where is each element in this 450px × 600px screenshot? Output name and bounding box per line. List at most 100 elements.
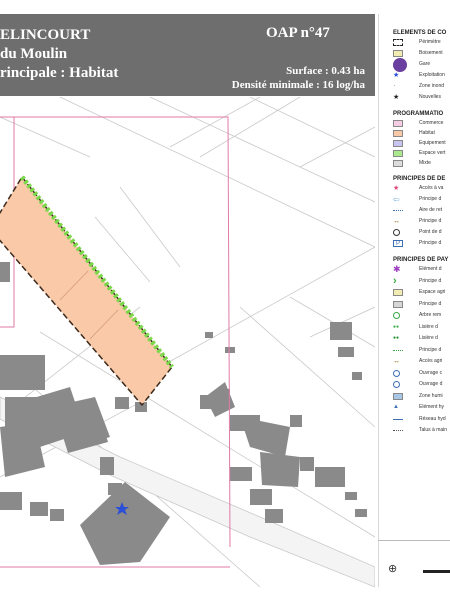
legend-item-label: Espace agri xyxy=(419,289,446,295)
dotted-line-icon xyxy=(393,349,403,357)
legend-item-label: Principe d xyxy=(419,240,442,246)
legend-item-label: Equipement xyxy=(419,140,446,146)
desserte-legend-item: ★ Accès à va xyxy=(393,185,450,193)
circle-icon xyxy=(393,229,400,236)
dashed-rect-icon xyxy=(393,39,403,46)
tree-pair-icon: ●● xyxy=(393,335,400,341)
legend-item-label: Ouvrage c xyxy=(419,369,443,376)
dot-icon: · xyxy=(393,81,396,90)
vocation-label: rincipale : Habitat xyxy=(0,65,119,81)
legend-item-label: Réseau hyd xyxy=(419,415,446,422)
legend-item-label: Accès agri xyxy=(419,358,443,364)
legend-item-label: Habitat xyxy=(419,130,435,136)
map-canvas[interactable] xyxy=(0,97,375,587)
north-arrow-icon: ⊕ xyxy=(388,563,398,575)
paysage-legend-item: Ouvrage d xyxy=(393,381,450,389)
legend-item-label: Accès à va xyxy=(419,185,444,191)
legend-item-label: Ouvrage d xyxy=(419,381,443,387)
surface-label: Surface : 0.43 ha xyxy=(286,65,365,77)
legend-item-label: Zone inond xyxy=(419,83,445,89)
legend-item-label: Principe d xyxy=(419,218,442,224)
desserte-legend-item: Point de d xyxy=(393,229,450,237)
commune-name: ELINCOURT xyxy=(0,27,91,43)
paysage-legend-item: › Principe d xyxy=(393,274,450,287)
fill-swatch-icon xyxy=(393,150,403,157)
fill-swatch-icon xyxy=(393,392,403,400)
scale-bar-icon xyxy=(423,570,450,573)
site-name: du Moulin xyxy=(0,46,68,62)
paysage-legend-item: Zone humi xyxy=(393,392,450,401)
chevron-right-icon: › xyxy=(393,274,397,287)
paysage-legend-item: Principe d xyxy=(393,347,450,355)
train-icon xyxy=(393,58,407,72)
parking-icon: P xyxy=(393,240,403,247)
triangle-icon: ▲ xyxy=(393,404,399,410)
element-legend-item: Gare xyxy=(393,58,450,72)
site-stats: Surface : 0.43 ha Densité minimale : 16 … xyxy=(232,64,365,92)
circle-icon xyxy=(393,369,400,377)
legend-item-label: Talus à main xyxy=(419,427,448,433)
fill-swatch-icon xyxy=(393,130,403,137)
legend-item-label: Lisière d xyxy=(419,323,438,330)
line-icon xyxy=(393,418,403,426)
fill-swatch-icon xyxy=(393,50,403,57)
legend-item-label: Principe d xyxy=(419,196,442,202)
map-legend: ELEMENTS DE CO Périmètre Boisement Gare ★ Exp… xyxy=(378,14,450,587)
fill-swatch-icon xyxy=(393,289,403,296)
double-arrow-icon: ↔ xyxy=(393,218,400,225)
paysage-legend-item: ↔ Accès agri xyxy=(393,358,450,366)
legend-item-label: Arbre rem xyxy=(419,312,442,318)
dotted-line-icon xyxy=(393,210,403,217)
legend-item-label: Elément hy xyxy=(419,404,445,410)
paysage-legend-item: Principe d xyxy=(393,300,450,309)
legend-item-label: Exploitation xyxy=(419,72,445,78)
oap-header: ELINCOURT du Moulin rincipale : Habitat … xyxy=(0,14,375,96)
oap-map[interactable] xyxy=(0,97,375,587)
desserte-legend-item: Aire de ret xyxy=(393,207,450,215)
arrow-left-icon: ⇦ xyxy=(393,195,400,204)
legend-item-label: Principe d xyxy=(419,300,442,307)
tree-row-icon: ●● xyxy=(393,323,400,330)
legend-item-label: Nouvelles xyxy=(419,94,441,100)
programmation-legend-item: Equipement xyxy=(393,140,450,148)
density-label: Densité minimale : 16 log/ha xyxy=(231,79,365,91)
programmation-legend-item: Habitat xyxy=(393,130,450,138)
legend-heading-desserte: PRINCIPES DE DE xyxy=(393,176,446,182)
star-icon: ★ xyxy=(393,185,400,192)
dotted-line-icon xyxy=(393,430,403,437)
legend-item-label: Principe d xyxy=(419,346,442,353)
legend-item-label: Gare xyxy=(419,61,431,67)
legend-heading-paysage: PRINCIPES DE PAY xyxy=(393,257,449,263)
legend-item-label: Elément d xyxy=(419,266,442,272)
oap-number: OAP n°47 xyxy=(266,25,330,41)
site-title: ELINCOURT du Moulin rincipale : Habitat xyxy=(0,26,118,83)
paysage-legend-item: Réseau hyd xyxy=(393,416,450,424)
fill-swatch-icon xyxy=(393,160,403,167)
star-icon: ★ xyxy=(393,72,400,79)
flower-icon: ✱ xyxy=(393,264,401,274)
fill-swatch-icon xyxy=(393,140,403,147)
desserte-legend-item: ↔ Principe d xyxy=(393,218,450,226)
legend-item-label: Principe d xyxy=(419,277,442,284)
paysage-legend-item: Espace agri xyxy=(393,289,450,297)
legend-item-label: Point de d xyxy=(419,229,442,235)
paysage-legend-item: Ouvrage c xyxy=(393,369,450,378)
legend-footer-divider xyxy=(378,540,450,541)
paysage-legend-item: Talus à main xyxy=(393,427,450,435)
paysage-legend-item: ●● Lisière d xyxy=(393,335,450,343)
element-legend-item: ★ Nouvelles xyxy=(393,94,450,102)
legend-item-label: Périmètre xyxy=(419,39,441,45)
legend-item-label: Espace vert xyxy=(419,150,446,156)
element-legend-item: Périmètre xyxy=(393,39,450,47)
element-legend-item: · Zone inond xyxy=(393,81,450,91)
element-legend-item: ★ Exploitation xyxy=(393,72,450,80)
paysage-legend-item: ●● Lisière d xyxy=(393,324,450,332)
programmation-legend-item: Commerce xyxy=(393,120,450,128)
element-legend-item: Boisement xyxy=(393,50,450,58)
paysage-legend-item: ✱ Elément d xyxy=(393,264,450,274)
small-star-icon: ★ xyxy=(393,94,400,101)
programmation-legend-item: Mixte xyxy=(393,160,450,168)
legend-item-label: Commerce xyxy=(419,120,444,126)
legend-item-label: Lisière d xyxy=(419,335,438,341)
circle-icon xyxy=(393,312,400,319)
